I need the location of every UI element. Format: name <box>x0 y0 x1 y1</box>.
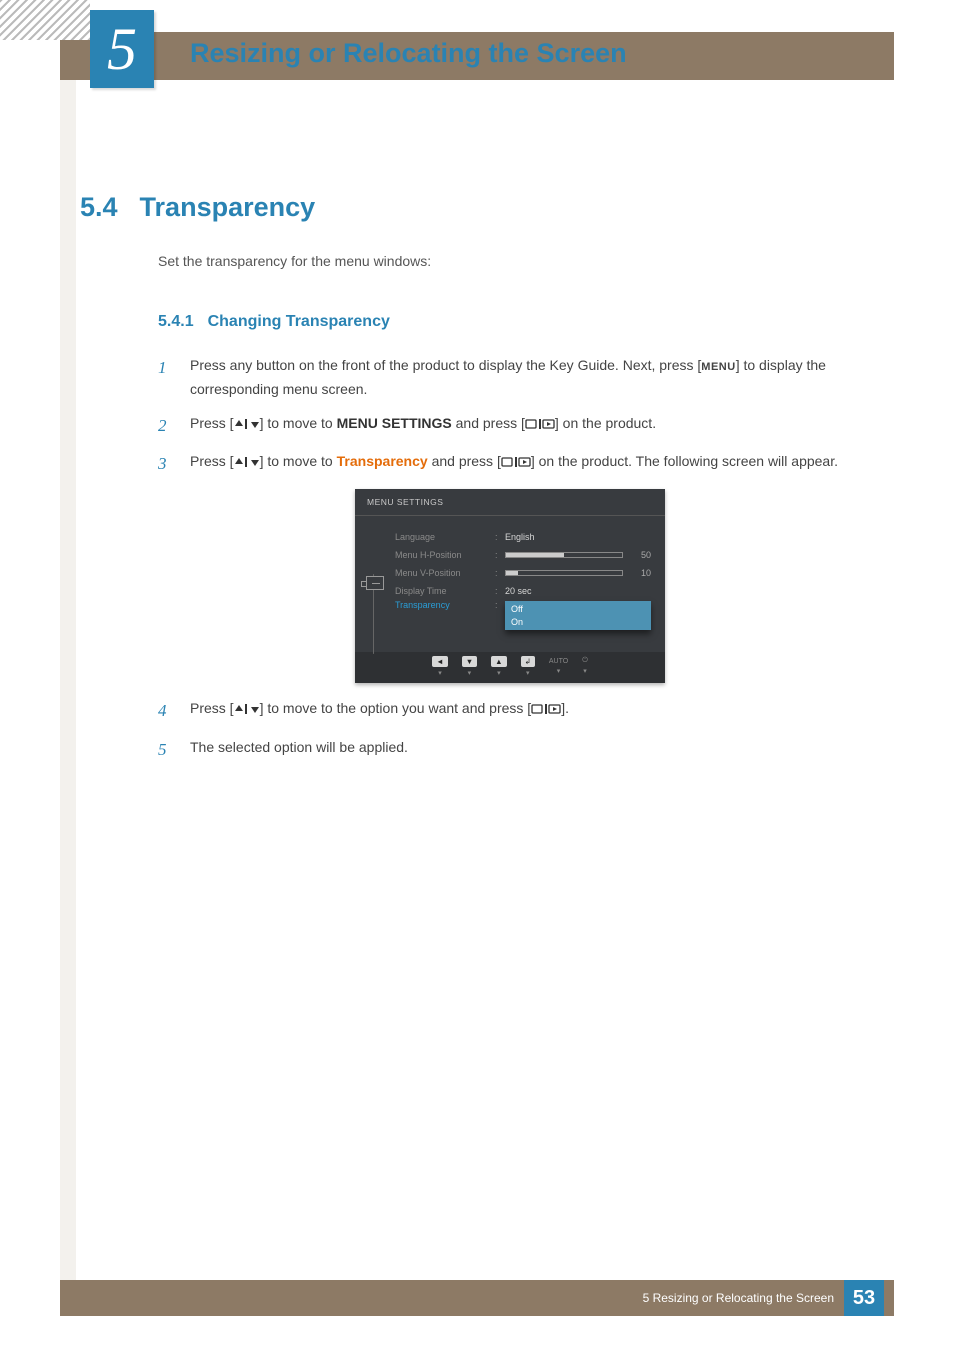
select-enter-icon <box>501 457 531 468</box>
osd-option-off: Off <box>511 603 645 616</box>
menu-button-label: MENU <box>701 361 735 373</box>
osd-label-active: Transparency <box>395 600 495 610</box>
osd-down-icon: ▼▾ <box>462 656 477 677</box>
osd-menu-screenshot: MENU SETTINGS Language : English Menu H-… <box>355 489 665 683</box>
osd-slider-value: 50 <box>631 550 651 560</box>
steps-list: 1 Press any button on the front of the p… <box>158 354 889 489</box>
step-4: 4 Press [] to move to the option you wan… <box>158 697 889 726</box>
step-text: Press [] to move to MENU SETTINGS and pr… <box>190 412 656 441</box>
osd-auto-label: AUTO▾ <box>549 658 568 675</box>
osd-header: MENU SETTINGS <box>355 489 665 516</box>
osd-up-icon: ▲▾ <box>491 656 506 677</box>
subsection-number: 5.4.1 <box>158 313 194 330</box>
step-text: Press [] to move to the option you want … <box>190 697 569 726</box>
osd-label: Menu H-Position <box>395 550 495 560</box>
chapter-number-box: 5 <box>90 10 154 88</box>
osd-rows: Language : English Menu H-Position : 50 … <box>395 528 665 630</box>
subsection-title: Changing Transparency <box>208 313 390 330</box>
step-text: The selected option will be applied. <box>190 736 408 765</box>
left-margin-stripe <box>60 80 76 1280</box>
osd-value: English <box>505 532 651 542</box>
osd-row-displaytime: Display Time : 20 sec <box>395 582 651 600</box>
section-title: Transparency <box>140 192 316 222</box>
osd-dropdown: Off On <box>505 601 651 630</box>
menu-settings-keyword: MENU SETTINGS <box>337 415 452 431</box>
step-2: 2 Press [] to move to MENU SETTINGS and … <box>158 412 889 441</box>
osd-footer: ◄▾ ▼▾ ▲▾ ↲▾ AUTO▾ ⏻▾ <box>355 652 665 683</box>
osd-label: Menu V-Position <box>395 568 495 578</box>
section-number: 5.4 <box>80 192 118 222</box>
osd-power-icon: ⏻▾ <box>582 657 588 675</box>
up-down-icon <box>234 704 260 715</box>
osd-row-hposition: Menu H-Position : 50 <box>395 546 651 564</box>
osd-row-transparency: Transparency : Off On <box>395 600 651 630</box>
osd-slider-value: 10 <box>631 568 651 578</box>
steps-list-continued: 4 Press [] to move to the option you wan… <box>158 697 889 775</box>
osd-option-on: On <box>511 616 645 629</box>
footer-text: 5 Resizing or Relocating the Screen <box>643 1291 834 1305</box>
osd-row-vposition: Menu V-Position : 10 <box>395 564 651 582</box>
osd-body: Language : English Menu H-Position : 50 … <box>355 516 665 652</box>
step-text: Press [] to move to Transparency and pre… <box>190 450 838 479</box>
step-number: 1 <box>158 354 190 402</box>
page-number-box: 53 <box>844 1280 884 1316</box>
step-1: 1 Press any button on the front of the p… <box>158 354 889 402</box>
up-down-icon <box>234 419 260 430</box>
step-number: 2 <box>158 412 190 441</box>
corner-hatch <box>0 0 90 40</box>
intro-text: Set the transparency for the menu window… <box>158 253 431 269</box>
osd-label: Language <box>395 532 495 542</box>
osd-value: 20 sec <box>505 586 651 596</box>
settings-category-icon <box>366 576 384 590</box>
footer-bar: 5 Resizing or Relocating the Screen 53 <box>60 1280 894 1316</box>
up-down-icon <box>234 457 260 468</box>
osd-icon-column <box>355 528 395 630</box>
subsection-heading: 5.4.1 Changing Transparency <box>158 313 390 331</box>
step-text: Press any button on the front of the pro… <box>190 354 889 402</box>
select-enter-icon <box>525 419 555 430</box>
osd-slider <box>505 552 623 558</box>
step-number: 4 <box>158 697 190 726</box>
osd-row-language: Language : English <box>395 528 651 546</box>
step-number: 3 <box>158 450 190 479</box>
section-heading: 5.4 Transparency <box>80 192 315 223</box>
osd-slider <box>505 570 623 576</box>
osd-label: Display Time <box>395 586 495 596</box>
select-enter-icon <box>531 704 561 715</box>
page-number: 53 <box>853 1287 875 1310</box>
chapter-number: 5 <box>107 15 137 84</box>
step-number: 5 <box>158 736 190 765</box>
osd-back-icon: ◄▾ <box>432 656 447 677</box>
step-5: 5 The selected option will be applied. <box>158 736 889 765</box>
osd-enter-icon: ↲▾ <box>521 656 535 677</box>
step-3: 3 Press [] to move to Transparency and p… <box>158 450 889 479</box>
transparency-keyword: Transparency <box>337 453 428 469</box>
chapter-title: Resizing or Relocating the Screen <box>190 38 627 69</box>
